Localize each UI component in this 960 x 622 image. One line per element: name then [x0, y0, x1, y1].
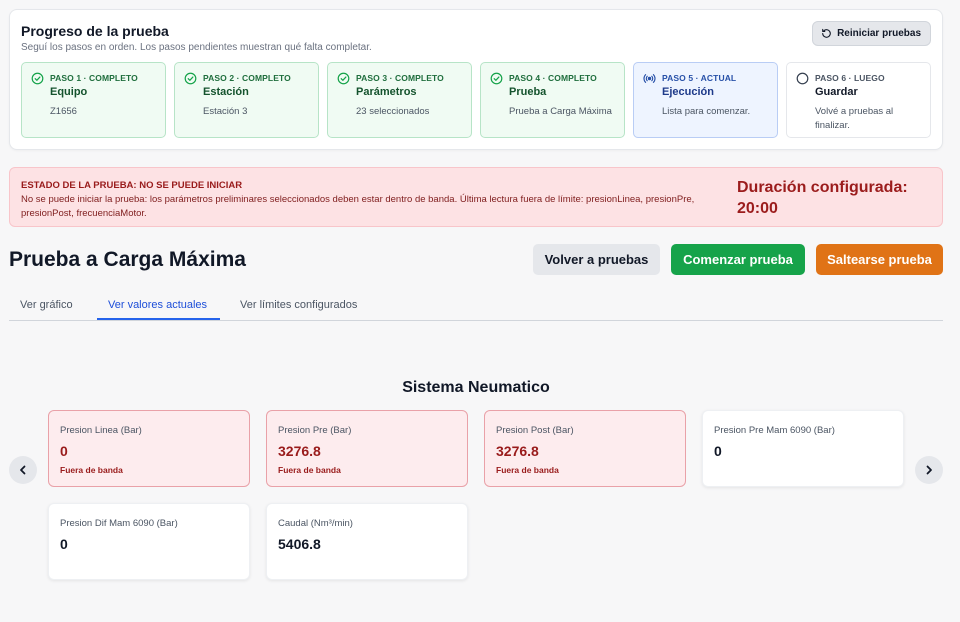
- test-status-alert: ESTADO DE LA PRUEBA: NO SE PUEDE INICIAR…: [9, 167, 943, 227]
- metric-label: Presion Post (Bar): [496, 425, 574, 436]
- step-3: PASO 3 · COMPLETO Parámetros 23 seleccio…: [327, 62, 472, 138]
- step-5: PASO 5 · ACTUAL Ejecución Lista para com…: [633, 62, 778, 138]
- metric-card: Presion Dif Mam 6090 (Bar) 0: [48, 503, 250, 580]
- tab-chart[interactable]: Ver gráfico: [20, 299, 73, 311]
- metric-status: Fuera de banda: [278, 465, 341, 475]
- active-tab-indicator: [97, 318, 220, 320]
- step-value: Estación 3: [203, 106, 248, 117]
- step-value: Volvé a pruebas al finalizar.: [815, 106, 894, 131]
- step-name: Prueba: [509, 86, 547, 98]
- metric-label: Caudal (Nm³/min): [278, 518, 353, 529]
- check-circle-icon: [184, 72, 197, 85]
- metric-label: Presion Pre Mam 6090 (Bar): [714, 425, 835, 436]
- page-title: Prueba a Carga Máxima: [9, 248, 246, 271]
- metric-value: 0: [60, 536, 68, 552]
- step-6: PASO 6 · LUEGO Guardar Volvé a pruebas a…: [786, 62, 931, 138]
- metric-card: Presion Pre Mam 6090 (Bar) 0: [702, 410, 904, 487]
- step-name: Estación: [203, 86, 249, 98]
- view-tabs: Ver gráfico Ver valores actuales Ver lím…: [9, 293, 943, 321]
- metric-value: 0: [60, 443, 68, 459]
- step-1: PASO 1 · COMPLETO Equipo Z1656: [21, 62, 166, 138]
- metric-card: Caudal (Nm³/min) 5406.8: [266, 503, 468, 580]
- metric-card: Presion Pre (Bar) 3276.8 Fuera de banda: [266, 410, 468, 487]
- duration-label: Duración configurada:: [737, 179, 908, 196]
- metric-label: Presion Dif Mam 6090 (Bar): [60, 518, 178, 529]
- progress-card: Progreso de la prueba Seguí los pasos en…: [9, 9, 943, 150]
- refresh-icon: [822, 28, 831, 38]
- alert-title: ESTADO DE LA PRUEBA: NO SE PUEDE INICIAR: [21, 180, 243, 191]
- step-name: Equipo: [50, 86, 88, 98]
- empty-circle-icon: [796, 72, 809, 85]
- metric-card: Presion Post (Bar) 3276.8 Fuera de banda: [484, 410, 686, 487]
- metric-status: Fuera de banda: [60, 465, 123, 475]
- back-to-tests-button[interactable]: Volver a pruebas: [533, 244, 660, 275]
- reset-tests-label: Reiniciar pruebas: [837, 28, 921, 39]
- check-circle-icon: [490, 72, 503, 85]
- check-circle-icon: [31, 72, 44, 85]
- step-4: PASO 4 · COMPLETO Prueba Prueba a Carga …: [480, 62, 625, 138]
- duration-value: 20:00: [737, 199, 778, 217]
- progress-title: Progreso de la prueba: [21, 23, 169, 39]
- skip-test-button[interactable]: Saltearse prueba: [816, 244, 943, 275]
- metric-value: 3276.8: [496, 443, 539, 459]
- step-label: PASO 4 · COMPLETO: [509, 73, 597, 83]
- step-name: Guardar: [815, 86, 858, 98]
- step-value: Z1656: [50, 106, 77, 117]
- start-test-button[interactable]: Comenzar prueba: [671, 244, 805, 275]
- metric-value: 0: [714, 443, 722, 459]
- step-label: PASO 2 · COMPLETO: [203, 73, 291, 83]
- metric-status: Fuera de banda: [496, 465, 559, 475]
- step-value: Prueba a Carga Máxima: [509, 106, 612, 117]
- tab-configured-limits[interactable]: Ver límites configurados: [240, 299, 357, 311]
- chevron-left-icon: [20, 465, 26, 475]
- broadcast-icon: [643, 74, 656, 83]
- section-title: Sistema Neumatico: [402, 379, 550, 396]
- tab-current-values[interactable]: Ver valores actuales: [108, 299, 207, 311]
- step-label: PASO 1 · COMPLETO: [50, 73, 138, 83]
- step-label: PASO 6 · LUEGO: [815, 73, 885, 83]
- carousel-next-button[interactable]: [915, 456, 943, 484]
- reset-tests-button[interactable]: Reiniciar pruebas: [812, 21, 931, 46]
- steps-row: PASO 1 · COMPLETO Equipo Z1656 PASO 2 · …: [21, 62, 931, 138]
- metric-label: Presion Pre (Bar): [278, 425, 352, 436]
- step-value: Lista para comenzar.: [662, 106, 751, 117]
- metric-value: 3276.8: [278, 443, 321, 459]
- metric-label: Presion Linea (Bar): [60, 425, 142, 436]
- carousel-prev-button[interactable]: [9, 456, 37, 484]
- alert-message: No se puede iniciar la prueba: los parám…: [21, 194, 695, 219]
- step-2: PASO 2 · COMPLETO Estación Estación 3: [174, 62, 319, 138]
- step-name: Parámetros: [356, 86, 417, 98]
- check-circle-icon: [337, 72, 350, 85]
- step-label: PASO 3 · COMPLETO: [356, 73, 444, 83]
- step-value: 23 seleccionados: [356, 106, 430, 117]
- progress-subtitle: Seguí los pasos en orden. Los pasos pend…: [21, 42, 372, 53]
- step-name: Ejecución: [662, 86, 714, 98]
- chevron-right-icon: [926, 465, 932, 475]
- metric-card: Presion Linea (Bar) 0 Fuera de banda: [48, 410, 250, 487]
- configured-duration: Duración configurada: 20:00: [737, 178, 908, 220]
- metric-value: 5406.8: [278, 536, 321, 552]
- step-label: PASO 5 · ACTUAL: [662, 73, 737, 83]
